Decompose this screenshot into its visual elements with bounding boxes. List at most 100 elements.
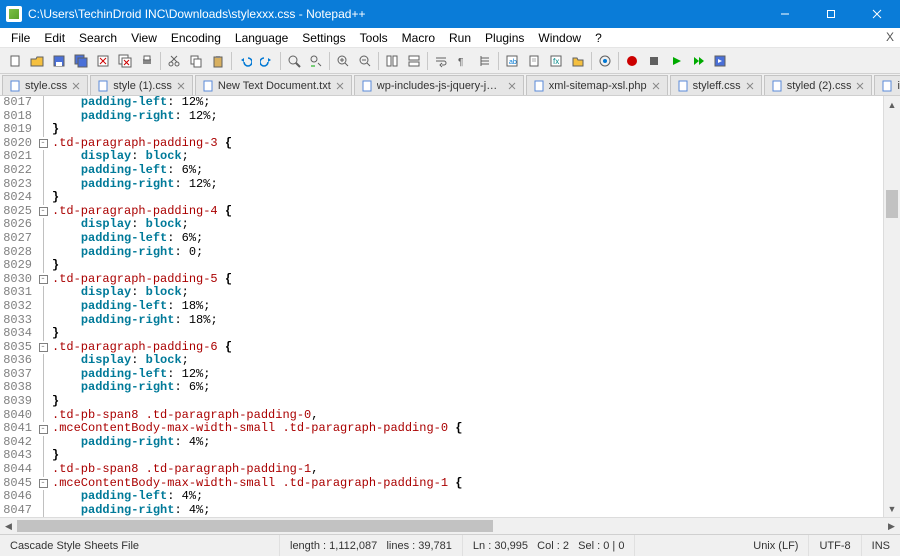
tab-close-icon[interactable] <box>71 81 81 91</box>
zoom-out-icon[interactable] <box>354 50 376 72</box>
menu-settings[interactable]: Settings <box>295 29 352 47</box>
line-number[interactable]: 8031 <box>0 286 32 300</box>
line-number[interactable]: 8035 <box>0 341 32 355</box>
code-line[interactable]: padding-right: 18%; <box>52 314 883 328</box>
fold-toggle-icon[interactable]: - <box>36 137 50 151</box>
find-icon[interactable] <box>283 50 305 72</box>
code-line[interactable]: padding-left: 6%; <box>52 232 883 246</box>
scroll-up-icon[interactable]: ▲ <box>884 96 900 113</box>
menubar-close-icon[interactable]: X <box>886 30 894 44</box>
code-line[interactable]: } <box>52 327 883 341</box>
replace-icon[interactable] <box>305 50 327 72</box>
scroll-right-icon[interactable]: ▶ <box>883 518 900 534</box>
tab-file-6[interactable]: styled (2).css <box>764 75 873 95</box>
line-number[interactable]: 8017 <box>0 96 32 110</box>
line-number[interactable]: 8021 <box>0 150 32 164</box>
scroll-left-icon[interactable]: ◀ <box>0 518 17 534</box>
line-number[interactable]: 8037 <box>0 368 32 382</box>
fold-toggle-icon[interactable]: - <box>36 341 50 355</box>
tab-file-5[interactable]: styleff.css <box>670 75 762 95</box>
code-line[interactable]: .td-pb-span8 .td-paragraph-padding-1, <box>52 463 883 477</box>
line-number[interactable]: 8041 <box>0 422 32 436</box>
stop-icon[interactable] <box>643 50 665 72</box>
fold-toggle-icon[interactable]: - <box>36 422 50 436</box>
zoom-in-icon[interactable] <box>332 50 354 72</box>
line-number[interactable]: 8039 <box>0 395 32 409</box>
code-line[interactable]: } <box>52 123 883 137</box>
tab-close-icon[interactable] <box>507 81 517 91</box>
menu-edit[interactable]: Edit <box>37 29 72 47</box>
code-line[interactable]: padding-left: 18%; <box>52 300 883 314</box>
code-line[interactable]: padding-left: 4%; <box>52 490 883 504</box>
play-multi-icon[interactable] <box>687 50 709 72</box>
menu-window[interactable]: Window <box>531 29 588 47</box>
close-all-icon[interactable] <box>114 50 136 72</box>
hscroll-track[interactable] <box>17 518 883 534</box>
code-line[interactable]: } <box>52 449 883 463</box>
monitor-icon[interactable] <box>594 50 616 72</box>
vscroll-thumb[interactable] <box>886 190 898 218</box>
line-number[interactable]: 8027 <box>0 232 32 246</box>
line-number[interactable]: 8022 <box>0 164 32 178</box>
tab-file-3[interactable]: wp-includes-js-jquery-jquery-1.12.4.js <box>354 75 524 95</box>
all-chars-icon[interactable]: ¶ <box>452 50 474 72</box>
menu-tools[interactable]: Tools <box>353 29 395 47</box>
line-number[interactable]: 8042 <box>0 436 32 450</box>
copy-icon[interactable] <box>185 50 207 72</box>
close-window-button[interactable] <box>854 0 900 28</box>
redo-icon[interactable] <box>256 50 278 72</box>
code-line[interactable]: padding-left: 12%; <box>52 368 883 382</box>
print-icon[interactable] <box>136 50 158 72</box>
tab-file-2[interactable]: New Text Document.txt <box>195 75 352 95</box>
save-all-icon[interactable] <box>70 50 92 72</box>
open-file-icon[interactable] <box>26 50 48 72</box>
code-line[interactable]: .td-paragraph-padding-3 { <box>52 137 883 151</box>
line-number[interactable]: 8034 <box>0 327 32 341</box>
tab-close-icon[interactable] <box>335 81 345 91</box>
code-line[interactable]: display: block; <box>52 354 883 368</box>
status-mode[interactable]: INS <box>862 535 900 556</box>
scroll-down-icon[interactable]: ▼ <box>884 500 900 517</box>
save-macro-icon[interactable] <box>709 50 731 72</box>
line-number[interactable]: 8018 <box>0 110 32 124</box>
cut-icon[interactable] <box>163 50 185 72</box>
sync-h-icon[interactable] <box>403 50 425 72</box>
code-line[interactable]: } <box>52 191 883 205</box>
menu-macro[interactable]: Macro <box>395 29 442 47</box>
menu-search[interactable]: Search <box>72 29 124 47</box>
line-number[interactable]: 8047 <box>0 504 32 518</box>
code-line[interactable]: .td-pb-span8 .td-paragraph-padding-0, <box>52 409 883 423</box>
paste-icon[interactable] <box>207 50 229 72</box>
folder-icon[interactable] <box>567 50 589 72</box>
line-number[interactable]: 8029 <box>0 259 32 273</box>
menu-file[interactable]: File <box>4 29 37 47</box>
hscroll-thumb[interactable] <box>17 520 493 532</box>
code-line[interactable]: padding-right: 12%; <box>52 178 883 192</box>
tab-file-4[interactable]: xml-sitemap-xsl.php <box>526 75 668 95</box>
line-number[interactable]: 8026 <box>0 218 32 232</box>
code-line[interactable]: padding-left: 12%; <box>52 96 883 110</box>
tab-file-1[interactable]: style (1).css <box>90 75 193 95</box>
code-line[interactable]: } <box>52 259 883 273</box>
line-number[interactable]: 8019 <box>0 123 32 137</box>
status-eol[interactable]: Unix (LF) <box>743 535 809 556</box>
fold-toggle-icon[interactable]: - <box>36 205 50 219</box>
fold-toggle-icon[interactable]: - <box>36 477 50 491</box>
menu-view[interactable]: View <box>124 29 164 47</box>
new-file-icon[interactable] <box>4 50 26 72</box>
line-number[interactable]: 8020 <box>0 137 32 151</box>
code-line[interactable]: .td-paragraph-padding-4 { <box>52 205 883 219</box>
menu-language[interactable]: Language <box>228 29 295 47</box>
menu-[interactable]: ? <box>588 29 609 47</box>
vscroll-track[interactable] <box>884 113 900 500</box>
line-number[interactable]: 8024 <box>0 191 32 205</box>
line-number[interactable]: 8046 <box>0 490 32 504</box>
code-line[interactable]: padding-right: 12%; <box>52 110 883 124</box>
code-line[interactable]: padding-right: 4%; <box>52 504 883 517</box>
code-line[interactable]: .mceContentBody-max-width-small .td-para… <box>52 422 883 436</box>
function-list-icon[interactable]: fx <box>545 50 567 72</box>
code-line[interactable]: .td-paragraph-padding-5 { <box>52 273 883 287</box>
horizontal-scrollbar[interactable]: ◀ ▶ <box>0 517 900 534</box>
vertical-scrollbar[interactable]: ▲ ▼ <box>883 96 900 517</box>
line-number[interactable]: 8043 <box>0 449 32 463</box>
